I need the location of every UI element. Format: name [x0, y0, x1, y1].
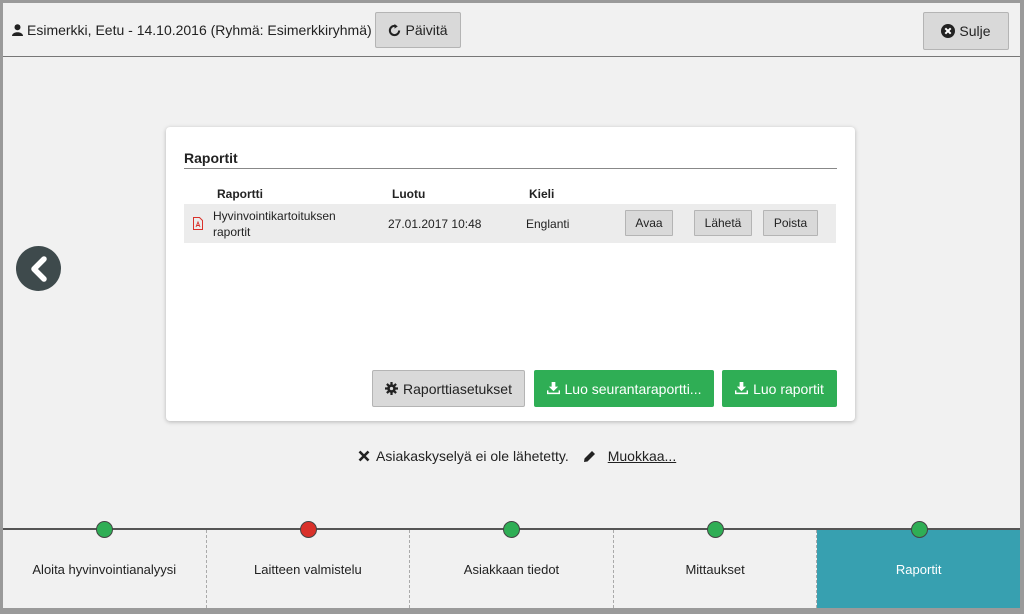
step-start-analysis[interactable]: Aloita hyvinvointianalyysi	[3, 521, 207, 608]
delete-button[interactable]: Poista	[763, 210, 818, 236]
close-button[interactable]: Sulje	[923, 12, 1009, 50]
close-circle-icon	[941, 24, 956, 38]
user-icon	[12, 24, 23, 36]
step-status-dot	[299, 521, 317, 538]
step-device-preparation[interactable]: Laitteen valmistelu	[206, 521, 411, 608]
refresh-icon	[389, 23, 401, 36]
reports-card: Raportit Raportti Luotu Kieli Hyvinvoint…	[166, 127, 855, 421]
chevron-left-icon	[30, 255, 47, 282]
table-row: Hyvinvointikartoituksen raportit 27.01.2…	[184, 204, 836, 243]
step-navigation: Aloita hyvinvointianalyysi Laitteen valm…	[3, 521, 1020, 608]
open-button[interactable]: Avaa	[625, 210, 673, 236]
header-bar: Esimerkki, Eetu - 14.10.2016 (Ryhmä: Esi…	[3, 3, 1020, 57]
app-window: Esimerkki, Eetu - 14.10.2016 (Ryhmä: Esi…	[3, 3, 1020, 608]
reports-title: Raportit	[184, 150, 837, 169]
user-label: Esimerkki, Eetu - 14.10.2016 (Ryhmä: Esi…	[27, 22, 372, 38]
step-status-dot	[503, 521, 521, 538]
refresh-button[interactable]: Päivitä	[375, 12, 461, 48]
pencil-icon	[583, 450, 595, 462]
back-button[interactable]	[16, 246, 61, 291]
cross-icon	[358, 450, 370, 462]
report-created: 27.01.2017 10:48	[388, 217, 482, 231]
column-header-language: Kieli	[529, 187, 555, 201]
step-label: Raportit	[895, 561, 942, 577]
edit-survey-link[interactable]: Muokkaa...	[608, 448, 676, 464]
step-status-dot	[707, 521, 725, 538]
user-info: Esimerkki, Eetu - 14.10.2016 (Ryhmä: Esi…	[12, 22, 372, 38]
report-settings-label: Raporttiasetukset	[403, 380, 512, 397]
create-reports-button[interactable]: Luo raportit	[722, 370, 837, 407]
refresh-label: Päivitä	[405, 22, 448, 38]
create-followup-report-button[interactable]: Luo seurantaraportti...	[534, 370, 714, 407]
report-settings-button[interactable]: Raporttiasetukset	[372, 370, 525, 407]
step-label: Mittaukset	[685, 561, 745, 577]
column-header-created: Luotu	[392, 187, 426, 201]
step-measurements[interactable]: Mittaukset	[613, 521, 818, 608]
step-label: Laitteen valmistelu	[254, 561, 362, 577]
step-status-dot	[910, 521, 928, 538]
create-followup-report-label: Luo seurantaraportti...	[564, 380, 702, 397]
close-label: Sulje	[959, 23, 991, 39]
download-icon	[546, 382, 560, 395]
report-name: Hyvinvointikartoituksen raportit	[213, 209, 336, 239]
send-button[interactable]: Lähetä	[694, 210, 752, 236]
pdf-icon	[193, 217, 203, 230]
survey-status-text: Asiakaskyselyä ei ole lähetetty.	[376, 448, 569, 464]
column-header-report: Raportti	[217, 187, 263, 201]
step-label: Aloita hyvinvointianalyysi	[32, 561, 177, 577]
step-customer-info[interactable]: Asiakkaan tiedot	[410, 521, 614, 608]
create-reports-label: Luo raportit	[753, 380, 824, 397]
step-label: Asiakkaan tiedot	[463, 561, 560, 577]
download-icon	[735, 382, 749, 395]
gear-icon	[385, 382, 399, 395]
survey-status: Asiakaskyselyä ei ole lähetetty. Muokkaa…	[358, 448, 676, 464]
step-status-dot	[96, 521, 114, 538]
step-reports[interactable]: Raportit	[817, 521, 1020, 608]
report-language: Englanti	[526, 217, 570, 231]
